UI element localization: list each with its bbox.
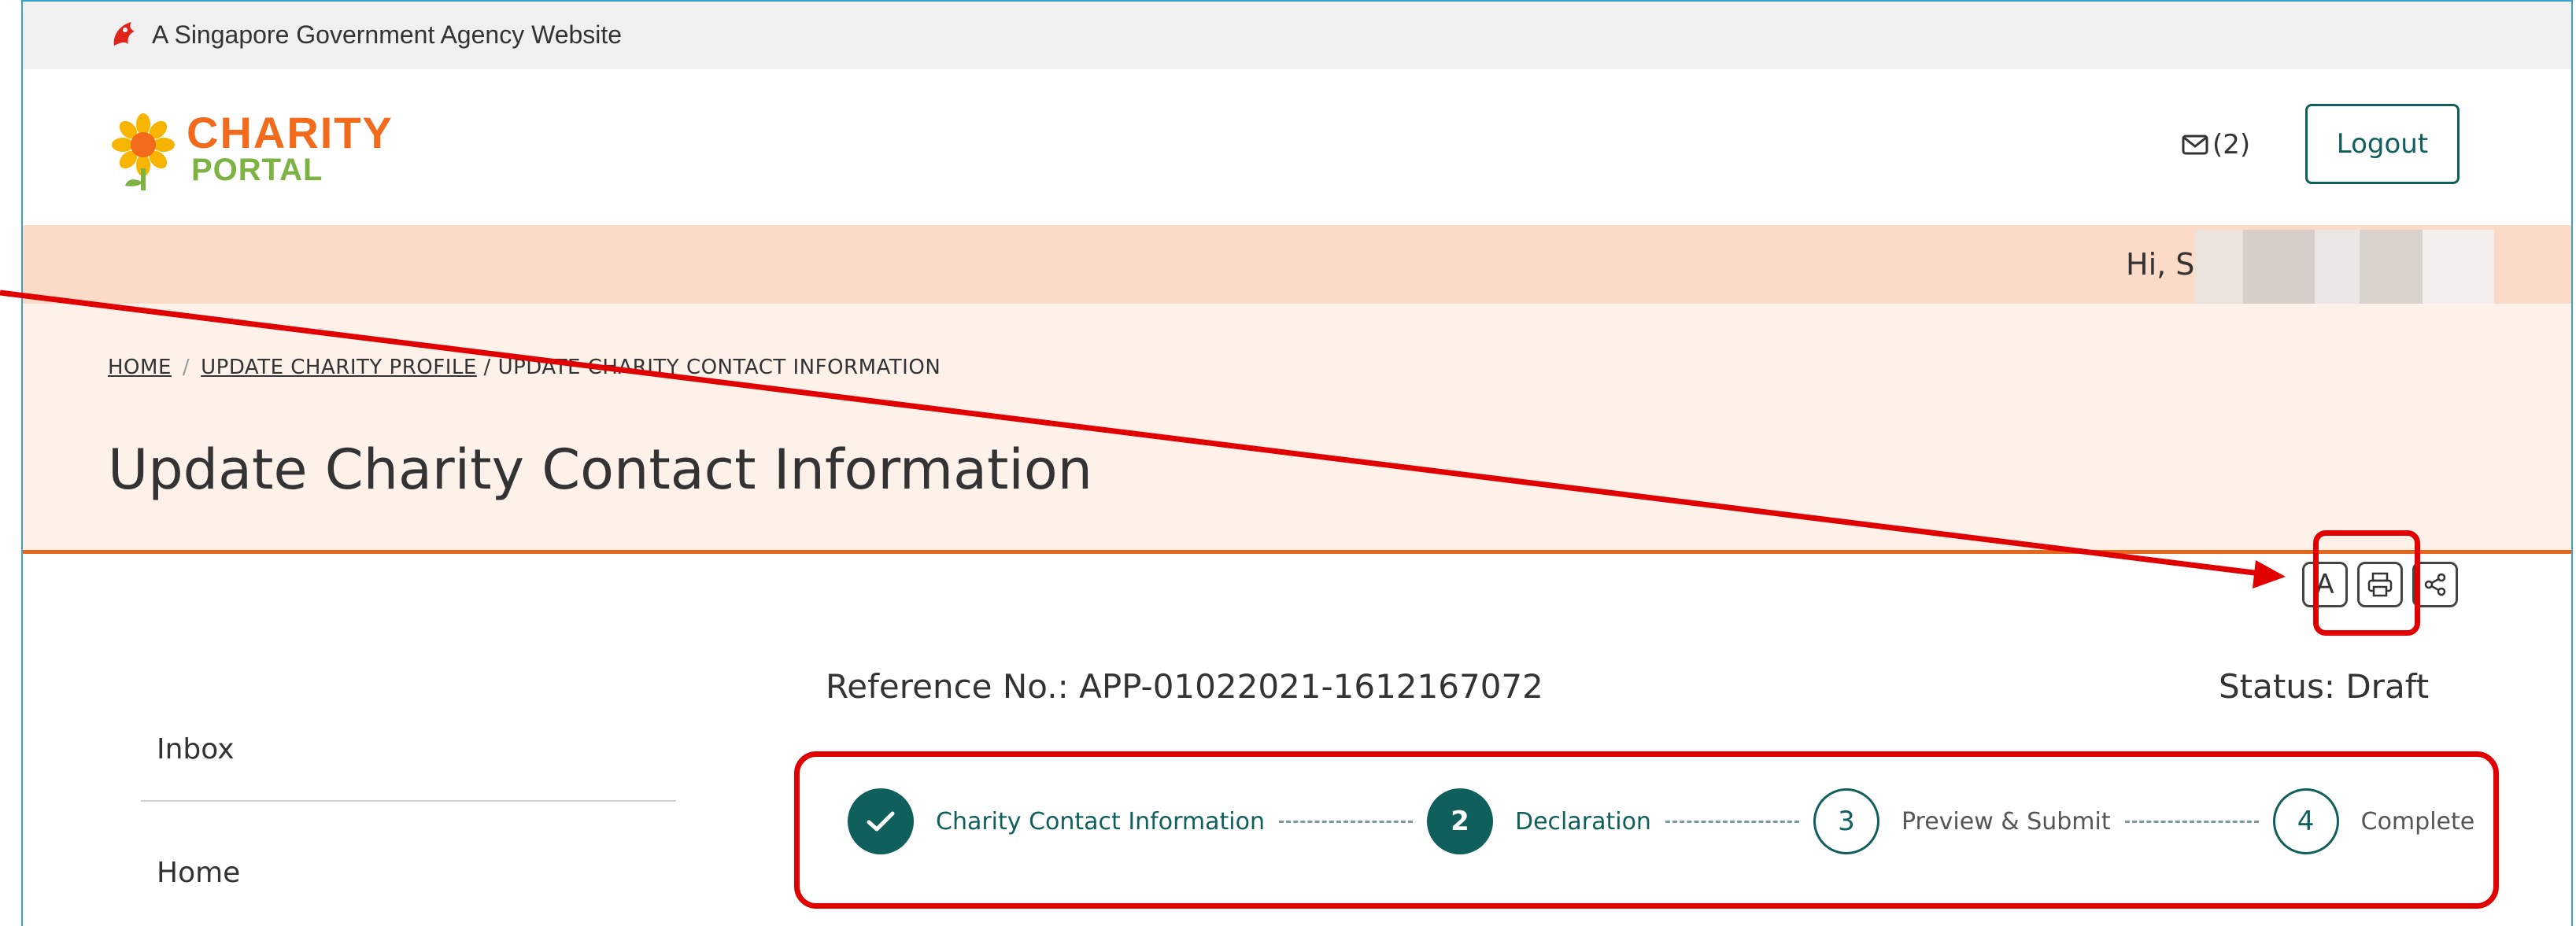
sidebar-divider <box>141 800 676 802</box>
step-1-label: Charity Contact Information <box>936 807 1265 836</box>
share-icon <box>2424 573 2446 596</box>
step-3-label: Preview & Submit <box>1901 807 2111 836</box>
page-title: Update Charity Contact Information <box>108 437 1093 502</box>
step-4-label: Complete <box>2360 807 2475 836</box>
status-label: Status: <box>2219 667 2335 706</box>
step-connector <box>1665 820 1799 823</box>
charity-portal-logo[interactable]: CHARITY PORTAL <box>108 107 470 194</box>
singapore-lion-icon <box>113 22 135 46</box>
greeting-text: Hi, S <box>2126 247 2195 282</box>
step-4-number: 4 <box>2272 788 2339 854</box>
mail-inbox-link[interactable]: (2) <box>2181 129 2250 160</box>
reference-number: Reference No.: APP-01022021-1612167072 <box>826 667 1543 706</box>
greeting-bar: Hi, S <box>23 225 2571 321</box>
page-tools: A <box>2302 562 2458 607</box>
logout-button[interactable]: Logout <box>2305 104 2460 184</box>
print-button[interactable] <box>2357 562 2403 607</box>
step-complete: 4 Complete <box>2272 788 2475 854</box>
sidebar-item-home[interactable]: Home <box>141 833 676 913</box>
font-size-icon: A <box>2315 569 2334 600</box>
sidebar-nav: Inbox Home <box>141 710 676 913</box>
status-value: Draft <box>2345 667 2430 706</box>
reference-label: Reference No.: <box>826 667 1069 706</box>
mail-count: (2) <box>2212 129 2251 160</box>
step-declaration: 2 Declaration <box>1426 788 1651 854</box>
sunflower-icon <box>112 113 175 190</box>
browser-frame: A Singapore Government Agency Website CH… <box>21 0 2573 926</box>
step-connector <box>1278 820 1413 823</box>
step-2-label: Declaration <box>1514 807 1651 836</box>
application-status: Status: Draft <box>2219 667 2429 706</box>
breadcrumb-update-profile-link[interactable]: UPDATE CHARITY PROFILE <box>201 356 477 379</box>
step-1-checkmark-icon <box>848 788 914 854</box>
step-connector <box>2124 820 2259 823</box>
logo-text-portal: PORTAL <box>191 153 323 187</box>
step-preview-submit: 3 Preview & Submit <box>1813 788 2111 854</box>
step-2-number: 2 <box>1426 788 1493 854</box>
breadcrumb-separator: / <box>182 356 190 379</box>
sidebar-item-inbox[interactable]: Inbox <box>141 710 676 789</box>
envelope-icon <box>2182 135 2208 155</box>
reference-value: APP-01022021-1612167072 <box>1079 667 1543 706</box>
progress-stepper: Charity Contact Information 2 Declaratio… <box>827 755 2504 887</box>
breadcrumb-current: / UPDATE CHARITY CONTACT INFORMATION <box>483 356 941 379</box>
step-charity-contact-information: Charity Contact Information <box>848 788 1265 854</box>
breadcrumb-home-link[interactable]: HOME <box>108 356 172 379</box>
share-button[interactable] <box>2412 562 2458 607</box>
government-masthead: A Singapore Government Agency Website <box>23 2 2571 69</box>
font-size-button[interactable]: A <box>2302 562 2348 607</box>
breadcrumb: HOME / UPDATE CHARITY PROFILE / UPDATE CHA… <box>108 356 941 379</box>
printer-icon <box>2367 572 2393 597</box>
step-3-number: 3 <box>1813 788 1879 854</box>
logo-text-charity: CHARITY <box>187 108 394 157</box>
gov-agency-text: A Singapore Government Agency Website <box>152 20 623 49</box>
page-header-band: HOME / UPDATE CHARITY PROFILE / UPDATE CHA… <box>23 304 2571 554</box>
site-header: CHARITY PORTAL (2) Logout <box>23 69 2571 225</box>
